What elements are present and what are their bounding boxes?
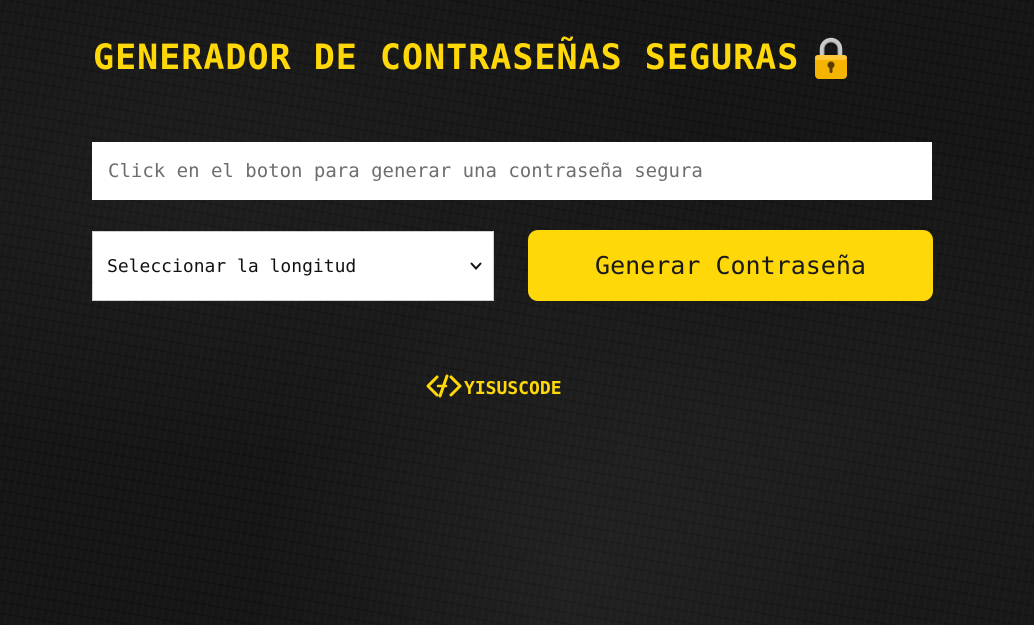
brand-name: YISUSCODE: [464, 377, 562, 399]
code-icon: [426, 372, 462, 404]
length-select[interactable]: Seleccionar la longitud: [92, 231, 494, 301]
title-text: GENERADOR DE CONTRASEÑAS SEGURAS: [93, 38, 800, 78]
chevron-down-icon: [469, 261, 483, 271]
brand-logo[interactable]: YISUSCODE: [426, 372, 562, 404]
length-select-value: Seleccionar la longitud: [107, 255, 357, 277]
generate-password-button[interactable]: Generar Contraseña: [528, 230, 933, 301]
page-title: GENERADOR DE CONTRASEÑAS SEGURAS: [93, 36, 849, 80]
password-output-field[interactable]: [92, 142, 932, 200]
lock-icon: [813, 36, 849, 80]
